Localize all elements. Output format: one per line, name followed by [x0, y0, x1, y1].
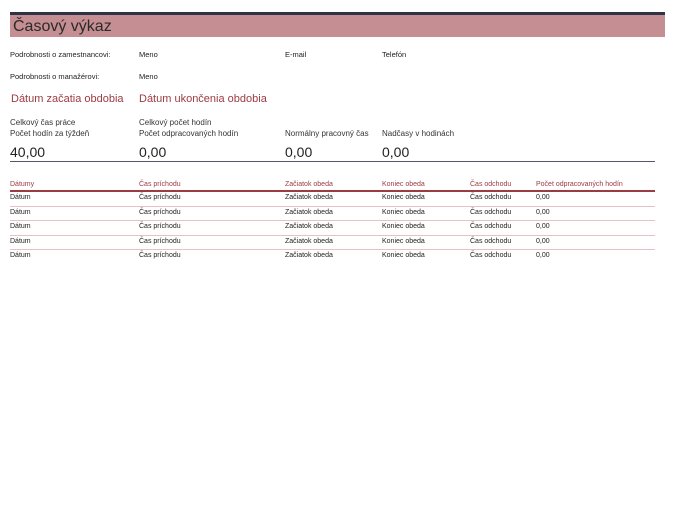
total-hours-label: Celkový počet hodín — [139, 118, 212, 127]
date-cell[interactable]: Dátum — [10, 238, 31, 245]
period-start-field[interactable]: Dátum začatia obdobia — [11, 93, 124, 105]
manager-details-label: Podrobnosti o manažérovi: — [10, 72, 100, 81]
table-row: Dátum Čas príchodu Začiatok obeda Koniec… — [10, 236, 655, 250]
lunch-end-cell[interactable]: Koniec obeda — [382, 194, 425, 201]
worked-hours-cell: 0,00 — [536, 223, 550, 230]
hours-per-week-value[interactable]: 40,00 — [10, 144, 45, 160]
lunch-start-cell[interactable]: Začiatok obeda — [285, 252, 333, 259]
departure-cell[interactable]: Čas odchodu — [470, 252, 511, 259]
date-cell[interactable]: Dátum — [10, 223, 31, 230]
period-end-field[interactable]: Dátum ukončenia obdobia — [139, 93, 267, 105]
column-header-lunch-end: Koniec obeda — [382, 181, 425, 188]
arrival-cell[interactable]: Čas príchodu — [139, 209, 181, 216]
departure-cell[interactable]: Čas odchodu — [470, 209, 511, 216]
worked-hours-cell: 0,00 — [536, 237, 550, 245]
lunch-end-cell[interactable]: Koniec obeda — [382, 238, 425, 245]
date-cell[interactable]: Dátum — [10, 209, 31, 216]
worked-hours-cell: 0,00 — [536, 208, 550, 216]
arrival-cell[interactable]: Čas príchodu — [139, 223, 181, 230]
lunch-start-cell[interactable]: Začiatok obeda — [285, 223, 333, 230]
employee-phone-field[interactable]: Telefón — [382, 50, 406, 59]
column-header-departure: Čas odchodu — [470, 181, 512, 188]
employee-name-field[interactable]: Meno — [139, 50, 158, 59]
lunch-start-cell[interactable]: Začiatok obeda — [285, 209, 333, 216]
arrival-cell[interactable]: Čas príchodu — [139, 252, 181, 259]
summary-divider — [10, 161, 655, 162]
date-cell[interactable]: Dátum — [10, 194, 31, 201]
arrival-cell[interactable]: Čas príchodu — [139, 238, 181, 245]
column-header-arrival: Čas príchodu — [139, 181, 181, 188]
overtime-label: Nadčasy v hodinách — [382, 129, 455, 138]
column-header-dates: Dátumy — [10, 181, 35, 188]
lunch-end-cell[interactable]: Koniec obeda — [382, 252, 425, 259]
table-row: Dátum Čas príchodu Začiatok obeda Koniec… — [10, 207, 655, 221]
normal-time-value: 0,00 — [285, 144, 313, 160]
employee-details-label: Podrobnosti o zamestnancovi: — [10, 50, 111, 59]
arrival-cell[interactable]: Čas príchodu — [139, 194, 181, 201]
worked-hours-label: Počet odpracovaných hodín — [139, 129, 239, 138]
column-header-worked-hours: Počet odpracovaných hodín — [536, 181, 623, 188]
departure-cell[interactable]: Čas odchodu — [470, 223, 511, 230]
worked-hours-value: 0,00 — [139, 144, 167, 160]
normal-time-label: Normálny pracovný čas — [285, 129, 369, 138]
worked-hours-cell: 0,00 — [536, 194, 550, 201]
manager-name-field[interactable]: Meno — [139, 72, 158, 81]
table-row: Dátum Čas príchodu Začiatok obeda Koniec… — [10, 250, 655, 265]
overtime-value: 0,00 — [382, 144, 410, 160]
lunch-end-cell[interactable]: Koniec obeda — [382, 223, 425, 230]
departure-cell[interactable]: Čas odchodu — [470, 238, 511, 245]
employee-email-field[interactable]: E-mail — [285, 50, 306, 59]
table-row: Dátum Čas príchodu Začiatok obeda Koniec… — [10, 221, 655, 236]
lunch-start-cell[interactable]: Začiatok obeda — [285, 238, 333, 245]
table-row: Dátum Čas príchodu Začiatok obeda Koniec… — [10, 192, 655, 207]
date-cell[interactable]: Dátum — [10, 252, 31, 259]
worked-hours-cell: 0,00 — [536, 252, 550, 259]
page-title: Časový výkaz — [13, 18, 112, 35]
departure-cell[interactable]: Čas odchodu — [470, 194, 511, 201]
hours-per-week-label: Počet hodín za týždeň — [10, 129, 90, 138]
lunch-end-cell[interactable]: Koniec obeda — [382, 209, 425, 216]
column-header-lunch-start: Začiatok obeda — [285, 181, 333, 188]
total-work-time-label: Celkový čas práce — [10, 118, 76, 127]
lunch-start-cell[interactable]: Začiatok obeda — [285, 194, 333, 201]
